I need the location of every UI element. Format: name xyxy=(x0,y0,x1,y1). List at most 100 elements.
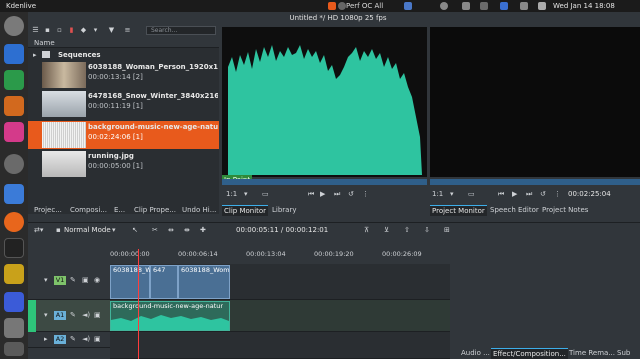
drive-icon[interactable] xyxy=(4,342,24,356)
lock-icon[interactable]: ▣ xyxy=(94,311,101,319)
tab-subtitles[interactable]: Sub xyxy=(615,348,632,359)
tray-icon[interactable] xyxy=(462,2,470,10)
video-clip[interactable]: 6038188_Wom xyxy=(178,265,230,299)
chevron-down-icon[interactable]: ▾ xyxy=(450,190,454,198)
clip-monitor-ruler[interactable] xyxy=(222,179,427,185)
tag-icon[interactable]: ◆ xyxy=(80,27,87,34)
tray-icon[interactable] xyxy=(404,2,412,10)
video-clip[interactable]: 647 xyxy=(150,265,178,299)
tab-effects[interactable]: E... xyxy=(112,205,127,216)
kdenlive-icon[interactable] xyxy=(4,292,24,312)
list-item[interactable]: 6038188_Woman_Person_1920x1080.mo 00:00:… xyxy=(28,61,219,89)
tray-icon[interactable] xyxy=(520,2,528,10)
tray-icon[interactable] xyxy=(440,2,448,10)
select-tool-icon[interactable]: ↖ xyxy=(132,226,138,234)
tab-library[interactable]: Library xyxy=(270,205,298,216)
layout-icon[interactable]: ▭ xyxy=(468,190,475,198)
skip-forward-icon[interactable]: ⏭ xyxy=(334,190,340,199)
play-icon[interactable]: ▶ xyxy=(320,190,325,198)
track-a2[interactable] xyxy=(110,332,450,359)
tab-clip-monitor[interactable]: Clip Monitor xyxy=(222,205,269,216)
extract-icon[interactable]: ⇩ xyxy=(424,226,430,234)
loop-icon[interactable]: ↺ xyxy=(348,190,354,198)
clip-monitor[interactable]: In Point xyxy=(222,27,427,185)
terminal-icon[interactable] xyxy=(4,238,24,258)
tab-audio-mixer[interactable]: Audio ... xyxy=(459,348,492,359)
menu-icon[interactable]: ▾ xyxy=(92,27,99,34)
calc-icon[interactable] xyxy=(4,70,24,90)
mute-icon[interactable]: ◄) xyxy=(82,311,90,319)
tray-icon[interactable] xyxy=(538,2,546,10)
tab-speech-editor[interactable]: Speech Editor xyxy=(488,205,541,216)
firefox-icon[interactable] xyxy=(4,212,24,232)
zoom-select[interactable]: 1:1 xyxy=(432,190,443,198)
show-apps-icon[interactable] xyxy=(4,16,24,36)
overwrite-icon[interactable]: ⊻ xyxy=(384,226,389,234)
track-tag[interactable]: A2 xyxy=(54,335,66,344)
lock-icon[interactable]: ▣ xyxy=(82,276,89,284)
chevron-down-icon[interactable]: ▾ xyxy=(244,190,248,198)
list-item[interactable]: running.jpg 00:00:05:00 [1] xyxy=(28,150,219,178)
expand-icon[interactable]: ▸ xyxy=(33,51,37,59)
folder-icon[interactable]: ▪ xyxy=(44,27,51,34)
play-icon[interactable]: ▶ xyxy=(512,190,517,198)
drive-icon[interactable] xyxy=(4,318,24,338)
skip-forward-icon[interactable]: ⏭ xyxy=(526,190,532,199)
track-header-a2[interactable]: ▸ A2 ✎ ◄) ▣ xyxy=(28,332,110,348)
tray-icon[interactable] xyxy=(500,2,508,10)
video-clip[interactable]: 6038188_W xyxy=(110,265,152,299)
view-icon[interactable]: ≡ xyxy=(124,27,131,34)
timeline-ruler[interactable]: 00:00:00:00 00:00:06:14 00:00:13:04 00:0… xyxy=(110,249,450,263)
app-menu[interactable]: Kdenlive xyxy=(6,2,36,10)
files-icon[interactable] xyxy=(4,184,24,204)
tab-clip-properties[interactable]: Clip Prope... xyxy=(132,205,178,216)
timecode[interactable]: 00:02:25:04 xyxy=(568,190,611,198)
edit-mode-select[interactable]: Normal Mode xyxy=(64,226,111,234)
project-monitor-ruler[interactable] xyxy=(430,179,640,185)
project-monitor[interactable] xyxy=(430,27,640,177)
add-clip-icon[interactable]: ☰ xyxy=(32,27,39,34)
bin-column-header[interactable]: Name xyxy=(28,37,219,48)
tab-project-monitor[interactable]: Project Monitor xyxy=(430,205,487,216)
options-icon[interactable]: ⋮ xyxy=(554,190,561,198)
tab-project-notes[interactable]: Project Notes xyxy=(540,205,590,216)
perf-indicator[interactable]: Perf OC All xyxy=(346,2,383,10)
options-icon[interactable]: ⋮ xyxy=(362,190,369,198)
playhead[interactable] xyxy=(138,249,139,359)
tab-project-bin[interactable]: Projec... xyxy=(32,205,64,216)
collapse-icon[interactable]: ▾ xyxy=(44,311,48,319)
effect-icon[interactable]: ✎ xyxy=(70,276,76,284)
settings-icon[interactable] xyxy=(4,154,24,174)
tab-time-remapping[interactable]: Time Rema... xyxy=(567,348,617,359)
clock[interactable]: Wed Jan 14 18:08 xyxy=(553,2,615,10)
tab-effect-composition[interactable]: Effect/Composition... xyxy=(491,348,568,359)
mute-icon[interactable]: ◄) xyxy=(82,335,90,343)
razor-tool-icon[interactable]: ✂ xyxy=(152,226,158,234)
list-item[interactable]: 6478168_Snow_Winter_3840x2160.mov 00:00:… xyxy=(28,90,219,118)
calculator-icon[interactable] xyxy=(4,264,24,284)
tab-undo-history[interactable]: Undo Hi... xyxy=(180,205,218,216)
loop-icon[interactable]: ↺ xyxy=(540,190,546,198)
folder-row[interactable]: ▸ Sequences xyxy=(28,49,219,61)
list-item-selected[interactable]: background-music-new-age-nature-4650 00:… xyxy=(28,121,219,149)
app-center-icon[interactable] xyxy=(4,122,24,142)
search-input[interactable]: Search... xyxy=(146,26,216,35)
track-tag[interactable]: A1 xyxy=(54,311,66,320)
lock-icon[interactable]: ▣ xyxy=(94,335,101,343)
track-v1[interactable]: 6038188_W 647 6038188_Wom xyxy=(110,264,450,300)
target-marker[interactable] xyxy=(28,300,36,332)
record-indicator-icon[interactable] xyxy=(328,2,336,10)
filter-icon[interactable]: ▼ xyxy=(108,27,115,34)
track-header-a1[interactable]: ▾ A1 ✎ ◄) ▣ xyxy=(28,300,110,332)
chevron-down-icon[interactable]: ▾ xyxy=(112,226,116,234)
tray-icon[interactable] xyxy=(480,2,488,10)
collapse-icon[interactable]: ▸ xyxy=(44,335,48,343)
writer-icon[interactable] xyxy=(4,44,24,64)
slip-tool-icon[interactable]: ⇼ xyxy=(184,226,190,234)
hide-icon[interactable]: ◉ xyxy=(94,276,100,284)
ripple-icon[interactable]: ✚ xyxy=(200,226,206,234)
effect-icon[interactable]: ✎ xyxy=(70,335,76,343)
audio-clip[interactable]: background-music-new-age-natur xyxy=(110,301,230,331)
layout-icon[interactable]: ▭ xyxy=(262,190,269,198)
zoom-select[interactable]: 1:1 xyxy=(226,190,237,198)
